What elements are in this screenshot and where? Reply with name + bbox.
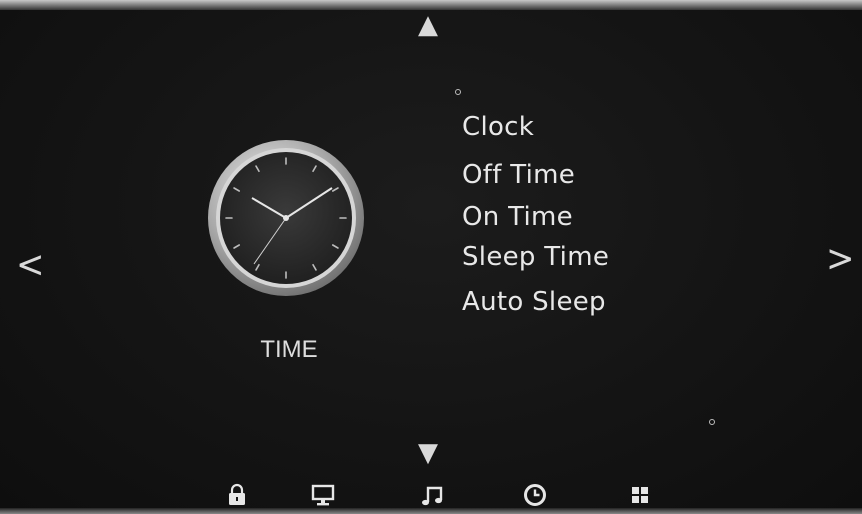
- clock-icon[interactable]: [522, 482, 548, 508]
- decorative-dot: [455, 89, 461, 95]
- menu-item-off-time[interactable]: Off Time: [462, 160, 575, 190]
- photo-edge-bottom: [0, 508, 862, 514]
- menu-item-sleep-time[interactable]: Sleep Time: [462, 242, 609, 272]
- menu-item-auto-sleep[interactable]: Auto Sleep: [462, 287, 606, 317]
- analog-clock-icon: [206, 138, 366, 298]
- grid-icon[interactable]: [627, 482, 653, 508]
- menu-item-on-time[interactable]: On Time: [462, 202, 573, 232]
- photo-edge-top: [0, 0, 862, 10]
- lock-icon[interactable]: [224, 482, 250, 508]
- tv-menu-screen: ▲ ▼ < > TIME Clock Off Time On Time Slee…: [0, 0, 862, 514]
- chevron-right-icon[interactable]: >: [826, 240, 855, 277]
- monitor-icon[interactable]: [310, 482, 336, 508]
- decorative-dot: [709, 419, 715, 425]
- page-title: TIME: [260, 336, 318, 363]
- menu-item-clock[interactable]: Clock: [462, 112, 534, 142]
- music-note-icon[interactable]: [419, 482, 445, 508]
- triangle-up-icon[interactable]: ▲: [418, 12, 438, 38]
- chevron-left-icon[interactable]: <: [16, 246, 45, 283]
- triangle-down-icon[interactable]: ▼: [418, 440, 438, 466]
